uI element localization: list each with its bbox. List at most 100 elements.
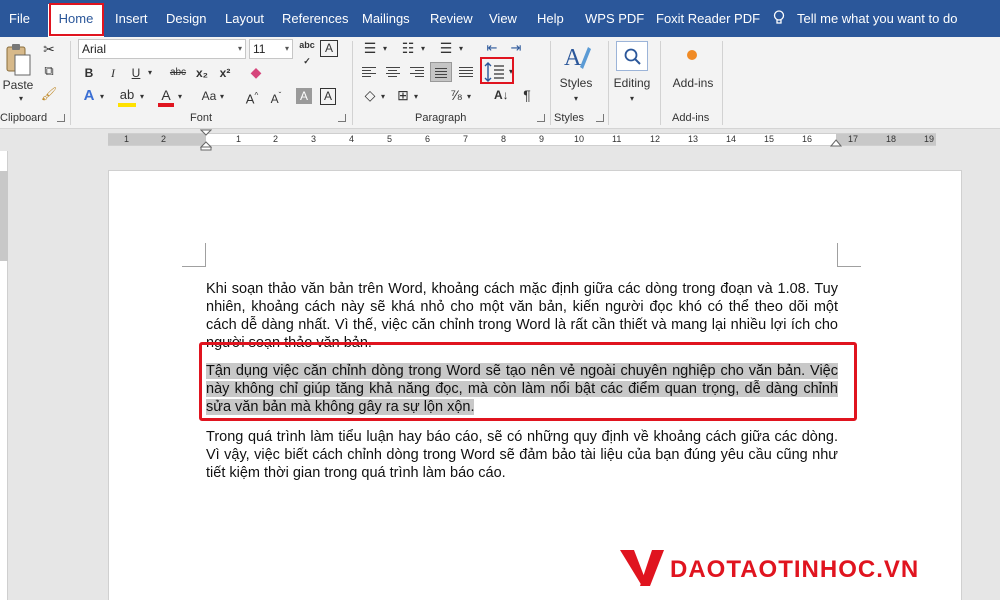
selection-highlight-box (199, 342, 857, 421)
tab-view[interactable]: View (489, 0, 517, 37)
shrink-font-icon[interactable]: Aˇ (268, 88, 284, 107)
editing-button[interactable]: Editing (609, 75, 655, 91)
borders-dropdown-icon[interactable]: ▾ (412, 89, 420, 105)
group-separator (722, 41, 723, 125)
document-page[interactable]: Khi soạn thảo văn bản trên Word, khoảng … (108, 170, 962, 600)
underline-icon[interactable]: U (128, 65, 144, 81)
copy-icon[interactable]: ⧉ (40, 63, 58, 79)
distributed-icon[interactable] (459, 67, 473, 79)
asian-layout-dropdown-icon[interactable]: ▾ (465, 89, 473, 105)
tab-file[interactable]: File (9, 0, 30, 37)
increase-indent-icon[interactable]: ⇥ (506, 40, 526, 56)
numbering-icon[interactable]: ☷ (398, 40, 418, 56)
clear-formatting-icon[interactable]: A (320, 40, 338, 57)
font-size-value: 11 (253, 42, 266, 56)
paragraph-3[interactable]: Trong quá trình làm tiểu luận hay báo cá… (206, 428, 838, 482)
justify-button[interactable] (430, 62, 452, 82)
editing-icon-box[interactable] (616, 41, 648, 71)
clipboard-launcher-icon[interactable] (57, 114, 65, 122)
highlight-dropdown-icon[interactable]: ▾ (138, 89, 146, 105)
align-left-icon[interactable] (362, 67, 376, 79)
tab-help[interactable]: Help (537, 0, 564, 37)
styles-launcher-icon[interactable] (596, 114, 604, 122)
decrease-indent-icon[interactable]: ⇤ (482, 40, 502, 56)
ruler-number: 12 (650, 134, 661, 144)
change-case-menu-icon[interactable]: Aa (200, 88, 218, 104)
ruler-number: 2 (161, 134, 167, 144)
shading-dropdown-icon[interactable]: ▾ (379, 89, 387, 105)
asian-layout-icon[interactable]: ⅞ (447, 87, 465, 103)
tab-wps-pdf[interactable]: WPS PDF (585, 0, 644, 37)
styles-button[interactable]: Styles (556, 75, 596, 91)
sort-icon[interactable]: A↓ (494, 87, 509, 103)
subscript-icon[interactable]: x₂ (194, 65, 210, 81)
change-case-dropdown-icon[interactable]: ▾ (218, 89, 226, 105)
text-effects-icon[interactable]: A (80, 88, 98, 104)
ruler-left-margin (108, 134, 206, 145)
ruler-number: 10 (574, 134, 585, 144)
change-case-icon[interactable]: abc ✓ (298, 37, 316, 69)
font-color-icon[interactable]: A (158, 87, 174, 107)
character-border-icon[interactable]: A (320, 88, 336, 105)
paragraph-launcher-icon[interactable] (537, 114, 545, 122)
paste-icon[interactable] (4, 43, 32, 77)
bullets-icon[interactable]: ☰ (360, 40, 380, 56)
font-size-select[interactable]: 11 ▾ (249, 39, 293, 59)
multilevel-list-icon[interactable]: ☰ (436, 40, 456, 56)
strikethrough-icon[interactable]: abc (167, 65, 189, 81)
ruler-number: 8 (501, 134, 507, 144)
paste-dropdown-icon[interactable]: ▾ (16, 91, 26, 107)
font-name-select[interactable]: Arial ▾ (78, 39, 246, 59)
add-ins-button[interactable]: Add-ins (666, 75, 720, 91)
group-separator (550, 41, 551, 125)
indent-marker-icon[interactable] (200, 129, 212, 151)
horizontal-ruler[interactable]: 1 2 1 2 3 4 5 6 7 8 9 10 11 12 13 14 15 … (0, 129, 1000, 151)
grow-font-icon[interactable]: A^ (244, 88, 260, 107)
tab-design[interactable]: Design (166, 0, 206, 37)
justify-icon (435, 68, 447, 80)
superscript-icon[interactable]: x² (217, 65, 233, 81)
show-formatting-icon[interactable]: ¶ (520, 87, 534, 103)
borders-icon[interactable]: ⊞ (395, 87, 411, 103)
font-launcher-icon[interactable] (338, 114, 346, 122)
line-spacing-highlight (480, 57, 514, 84)
shading-icon[interactable]: ◇ (362, 87, 378, 103)
align-center-icon[interactable] (386, 67, 400, 79)
multilevel-dropdown-icon[interactable]: ▾ (457, 41, 465, 57)
text-effects-clear-icon[interactable]: ◆ (248, 64, 264, 80)
styles-group-label: Styles (554, 112, 584, 124)
font-color-dropdown-icon[interactable]: ▾ (176, 89, 184, 105)
vertical-ruler[interactable] (0, 151, 8, 600)
bold-icon[interactable]: B (82, 65, 96, 81)
watermark-logo-text: DAOTAOTINHOC.VN (670, 556, 920, 583)
text-effects-dropdown-icon[interactable]: ▾ (98, 89, 106, 105)
tab-layout[interactable]: Layout (225, 0, 264, 37)
highlight-color-icon[interactable]: ab (118, 87, 136, 107)
lightbulb-icon (773, 10, 785, 24)
cut-icon[interactable]: ✂ (40, 41, 58, 57)
align-right-icon[interactable] (410, 67, 424, 79)
group-separator (352, 41, 353, 125)
add-ins-icon[interactable] (687, 50, 697, 60)
numbering-dropdown-icon[interactable]: ▾ (419, 41, 427, 57)
tab-insert[interactable]: Insert (115, 0, 148, 37)
tell-me-search[interactable]: Tell me what you want to do (797, 0, 957, 37)
italic-icon[interactable]: I (106, 65, 120, 81)
format-painter-icon[interactable]: 🖌 (40, 86, 58, 102)
right-indent-marker-icon[interactable] (830, 139, 842, 149)
ruler-number: 17 (848, 134, 859, 144)
styles-dropdown-icon[interactable]: ▾ (572, 91, 580, 107)
character-shading-icon[interactable]: A (296, 88, 312, 104)
vertical-ruler-margin (0, 171, 8, 261)
tab-foxit-reader-pdf[interactable]: Foxit Reader PDF (656, 0, 760, 37)
ruler-number: 19 (924, 134, 935, 144)
margin-corner-right (837, 243, 861, 267)
tab-references[interactable]: References (282, 0, 348, 37)
tab-review[interactable]: Review (430, 0, 473, 37)
ruler-number: 2 (273, 134, 279, 144)
underline-dropdown-icon[interactable]: ▾ (146, 65, 154, 81)
tab-mailings[interactable]: Mailings (362, 0, 410, 37)
bullets-dropdown-icon[interactable]: ▾ (381, 41, 389, 57)
styles-icon[interactable]: A (562, 41, 592, 71)
editing-dropdown-icon[interactable]: ▾ (628, 91, 636, 107)
